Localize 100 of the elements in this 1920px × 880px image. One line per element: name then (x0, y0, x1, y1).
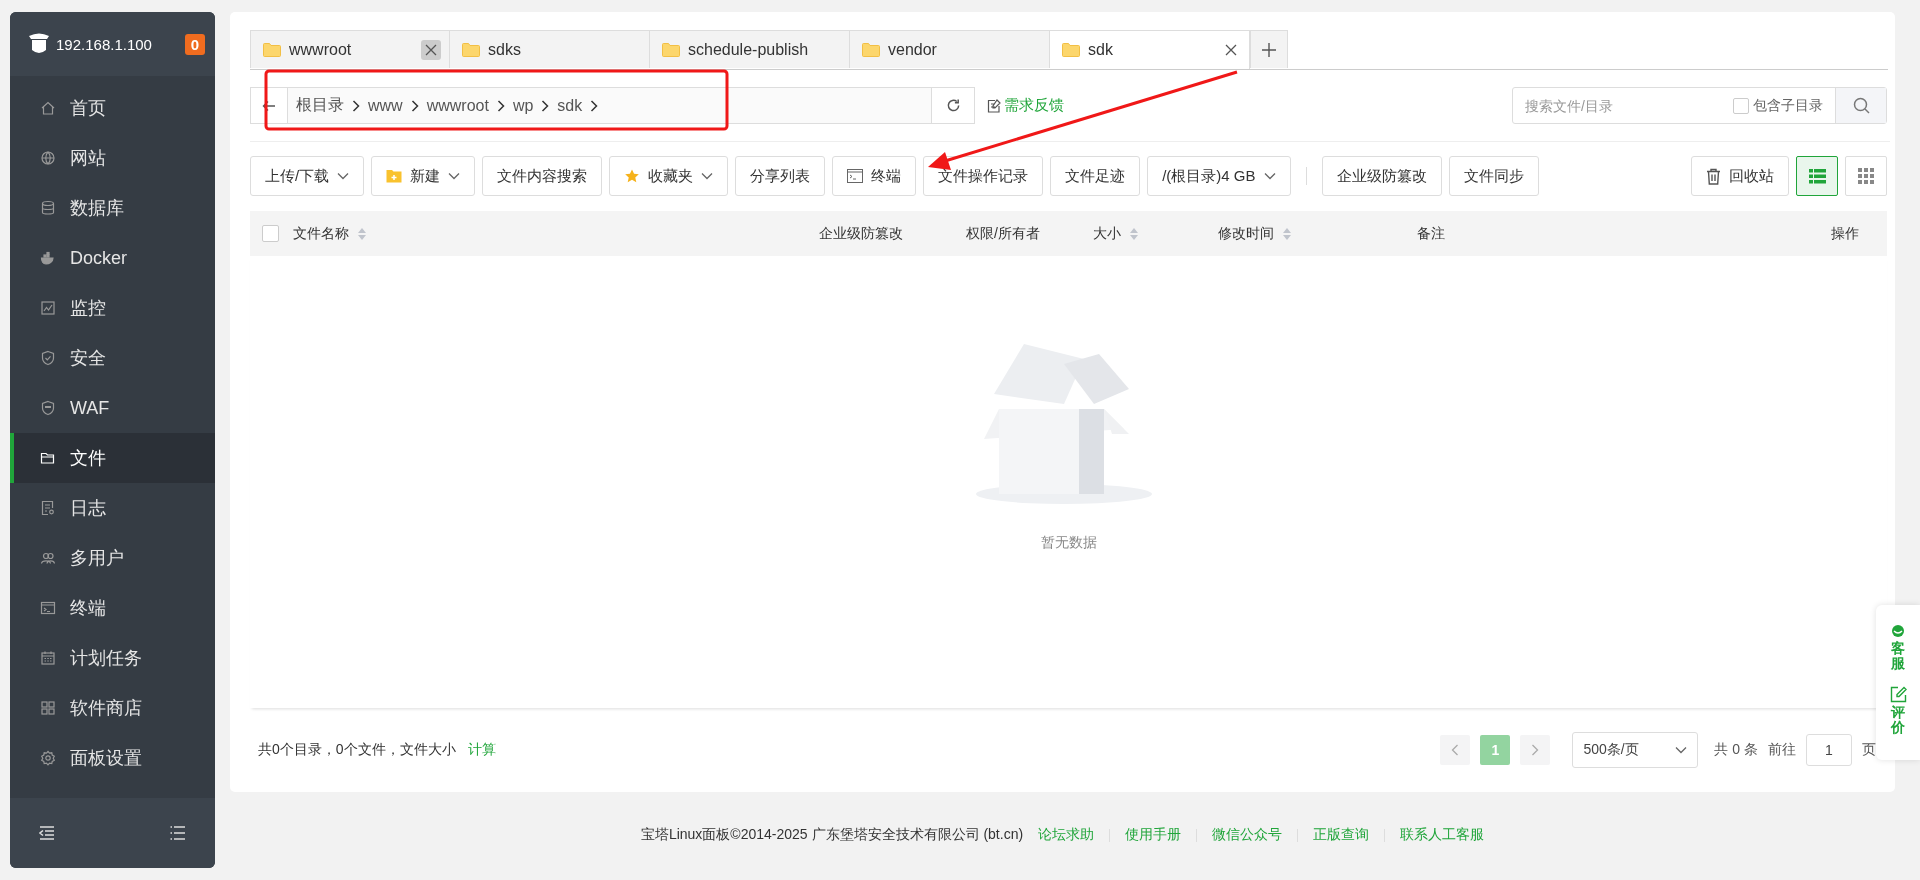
column-header: 备注 (1417, 224, 1445, 243)
shield-icon (40, 350, 56, 366)
column-header: 权限/所有者 (966, 224, 1040, 243)
sidebar-item[interactable]: WAF (10, 383, 215, 433)
folder-tab[interactable]: sdks (450, 30, 650, 68)
sidebar-item[interactable]: 文件 (10, 433, 215, 483)
terminal-icon (847, 169, 864, 183)
list-icon[interactable] (1808, 168, 1826, 184)
grid-icon (40, 700, 56, 716)
page-input[interactable]: 1 (1806, 734, 1852, 766)
sidebar-item[interactable]: 软件商店 (10, 683, 215, 733)
column-header: 企业级防篡改 (819, 224, 903, 243)
chevron-right-icon (352, 99, 360, 112)
toolbar-button[interactable]: 上传/下载 (250, 156, 365, 196)
grid-icon[interactable] (1858, 168, 1874, 184)
toolbar-button[interactable]: 文件同步 (1448, 156, 1539, 196)
folder-icon (1062, 43, 1080, 57)
server-address: 192.168.1.100 (56, 35, 153, 53)
column-header: 修改时间 (1218, 224, 1274, 243)
sidebar-item[interactable]: 数据库 (10, 183, 215, 233)
sidebar-item[interactable]: 多用户 (10, 533, 215, 583)
collapse-sidebar-icon[interactable] (38, 824, 56, 842)
folder-tab[interactable]: wwwroot (250, 30, 450, 68)
folder-icon (263, 42, 281, 57)
chart-window-icon (40, 300, 56, 316)
chevron-right-icon[interactable] (1531, 744, 1540, 756)
folder-icon (662, 42, 680, 57)
toolbar-button[interactable]: 分享列表 (735, 156, 826, 196)
column-header: 大小 (1093, 224, 1121, 243)
users-icon (40, 550, 56, 566)
include-subdirs-checkbox[interactable]: 包含子目录 (1733, 88, 1835, 123)
chevron-right-icon (410, 99, 419, 112)
sidebar-item[interactable]: 网站 (10, 133, 215, 183)
toolbar-button[interactable]: 文件操作记录 (923, 156, 1044, 196)
toolbar-button[interactable]: 新建 (371, 156, 476, 196)
toolbar-button[interactable]: /(根目录)4 GB (1147, 156, 1291, 196)
sidebar-item[interactable]: 终端 (10, 583, 215, 633)
add-tab-button[interactable] (1250, 30, 1288, 68)
folder-icon (40, 450, 56, 466)
refresh-icon[interactable] (945, 98, 961, 113)
log-icon (40, 500, 56, 516)
select-all-checkbox[interactable] (262, 225, 279, 242)
sidebar-item[interactable]: 日志 (10, 483, 215, 533)
chevron-right-icon (496, 99, 505, 112)
total-count: 共 0 条 (1714, 741, 1758, 759)
search-button[interactable] (1835, 88, 1886, 123)
folder-summary: 共0个目录，0个文件，文件大小 (258, 741, 456, 759)
trash-icon[interactable] (1706, 167, 1721, 185)
previous-page-button[interactable] (1440, 735, 1471, 765)
sidebar-item[interactable]: Docker (10, 233, 215, 283)
edit-icon[interactable] (1889, 685, 1907, 703)
sidebar-item[interactable]: 首页 (10, 83, 215, 133)
menu-icon[interactable] (169, 824, 187, 842)
recycle-bin-button[interactable]: 回收站 (1691, 156, 1789, 196)
toolbar-button[interactable]: 文件足迹 (1050, 156, 1141, 196)
sidebar-item[interactable]: 监控 (10, 283, 215, 333)
chevron-right-icon (541, 99, 550, 112)
breadcrumb-item[interactable]: 根目录 (288, 95, 352, 116)
calendar-icon (40, 650, 56, 666)
chevron-left-icon[interactable] (1451, 744, 1460, 756)
next-page-button[interactable] (1520, 735, 1551, 765)
grid-view-button[interactable] (1845, 156, 1887, 196)
folder-tab[interactable]: vendor (850, 30, 1050, 68)
goto-label: 前往 (1768, 741, 1796, 759)
sidebar-item[interactable]: 安全 (10, 333, 215, 383)
folder-tab[interactable]: schedule-publish (650, 30, 850, 68)
page-unit: 页 (1862, 741, 1876, 759)
sidebar-item[interactable]: 计划任务 (10, 633, 215, 683)
empty-message: 暂无数据 (1040, 534, 1097, 552)
page-size-select[interactable]: 500条/页 (1572, 732, 1699, 768)
copyright-text: 宝塔Linux面板©2014-2025 广东堡塔安全技术有限公司 (bt.cn) (640, 826, 1024, 844)
chevron-right-icon (590, 99, 599, 112)
search-icon[interactable] (1852, 97, 1870, 114)
plus-icon[interactable] (1261, 41, 1277, 58)
whale-icon (40, 250, 56, 266)
column-header: 操作 (1831, 224, 1859, 243)
globe-icon (40, 150, 56, 166)
toolbar-button[interactable]: 收藏夹 (609, 156, 729, 196)
list-view-button[interactable] (1796, 156, 1838, 196)
home-icon (40, 100, 56, 116)
folder-plus-icon (386, 169, 403, 183)
toolbar-button[interactable]: 终端 (832, 156, 917, 196)
toolbar-button[interactable]: 企业级防篡改 (1321, 156, 1442, 196)
toolbar-button[interactable]: 文件内容搜索 (482, 156, 603, 196)
breadcrumb-item[interactable]: wwwroot (418, 96, 497, 115)
breadcrumb-item[interactable]: wp (504, 96, 542, 115)
search-field[interactable]: 搜索文件/目录 包含子目录 (1512, 87, 1887, 124)
chevron-down-icon (448, 172, 461, 180)
shield-icon (40, 400, 56, 416)
folder-tab[interactable]: sdk (1050, 30, 1250, 69)
gear-icon (40, 750, 56, 766)
star-icon (624, 169, 641, 183)
sidebar-item[interactable]: 面板设置 (10, 733, 215, 783)
folder-icon (862, 42, 880, 57)
chevron-down-icon (1263, 172, 1276, 180)
breadcrumb-item[interactable]: sdk (549, 96, 591, 115)
terminal-icon (40, 600, 56, 616)
column-header: 文件名称 (293, 224, 349, 243)
chevron-down-icon (1675, 746, 1688, 754)
breadcrumb-item[interactable]: www (360, 96, 411, 115)
